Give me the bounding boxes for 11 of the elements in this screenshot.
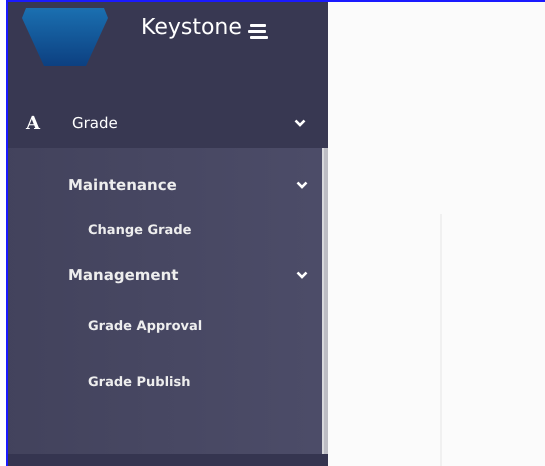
brand-name: Keystone — [141, 15, 242, 40]
submenu-link[interactable]: Grade Approval — [8, 298, 322, 354]
submenu-item[interactable]: Maintenance — [8, 162, 322, 208]
keystone-logo-icon — [22, 8, 108, 66]
submenu-link[interactable]: Change Grade — [8, 208, 322, 252]
menu-item[interactable]: A Grade — [8, 98, 328, 148]
menu-icon[interactable] — [248, 24, 268, 40]
letter-icon: A — [26, 112, 72, 134]
scrollbar[interactable] — [322, 148, 328, 454]
submenu-link[interactable]: Grade Publish — [8, 354, 322, 410]
submenu-item[interactable]: Management — [8, 252, 322, 298]
